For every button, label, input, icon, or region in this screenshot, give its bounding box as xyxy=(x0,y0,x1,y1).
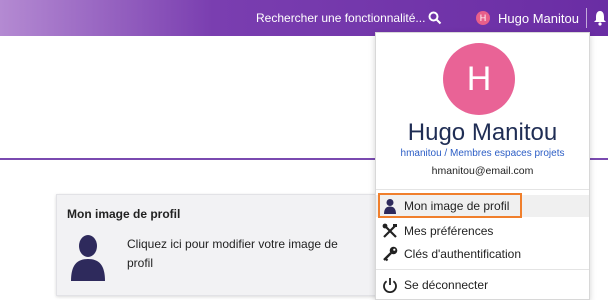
search-icon[interactable] xyxy=(428,11,442,25)
user-dropdown-menu: H Hugo Manitou hmanitou / Membres espace… xyxy=(375,32,590,300)
menu-item-label: Clés d'authentification xyxy=(404,247,522,261)
menu-divider xyxy=(376,269,589,270)
avatar: H xyxy=(476,11,490,25)
logout-button[interactable]: Se déconnecter xyxy=(376,274,589,296)
menu-item-preferences[interactable]: Mes préférences xyxy=(376,220,589,242)
key-icon xyxy=(382,246,398,262)
profile-subtitle[interactable]: hmanitou / Membres espaces projets xyxy=(376,148,589,159)
highlight-frame xyxy=(378,193,522,218)
menu-divider xyxy=(376,189,589,190)
user-name-label: Hugo Manitou xyxy=(498,10,579,26)
logout-label: Se déconnecter xyxy=(404,278,489,292)
profile-avatar[interactable]: H xyxy=(443,43,515,115)
user-silhouette-icon xyxy=(71,235,105,281)
menu-item-auth-keys[interactable]: Clés d'authentification xyxy=(376,243,589,265)
tools-icon xyxy=(382,223,398,239)
menu-item-label: Mes préférences xyxy=(404,224,494,238)
profile-image-help-card: Mon image de profil Cliquez ici pour mod… xyxy=(56,194,380,296)
power-icon xyxy=(382,277,398,293)
top-navigation-bar: Rechercher une fonctionnalité... H Hugo … xyxy=(0,0,608,36)
bell-icon[interactable] xyxy=(593,10,607,26)
header-divider xyxy=(586,8,587,28)
profile-name: Hugo Manitou xyxy=(407,119,558,146)
search-feature-input[interactable]: Rechercher une fonctionnalité... xyxy=(256,11,425,25)
card-description: Cliquez ici pour modifier votre image de… xyxy=(127,237,338,270)
user-menu-button[interactable]: H Hugo Manitou xyxy=(476,8,579,28)
profile-email: hmanitou@email.com xyxy=(431,165,534,177)
card-title: Mon image de profil xyxy=(67,207,181,221)
